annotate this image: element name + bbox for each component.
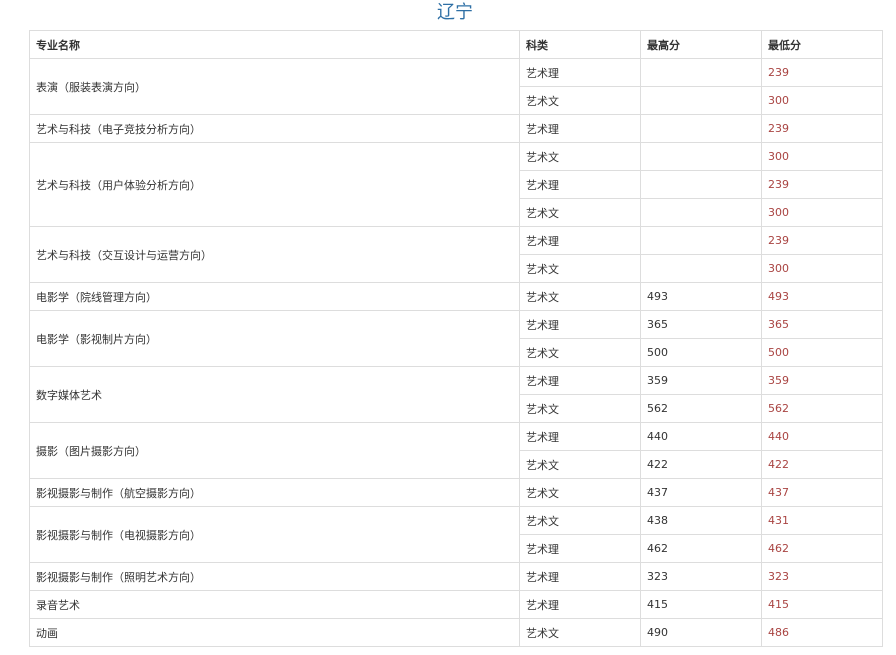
category-cell: 艺术文 (519, 394, 641, 423)
table-row: 摄影（图片摄影方向） 艺术理 440 440 (29, 422, 883, 479)
major-name-cell: 影视摄影与制作（电视摄影方向） (29, 506, 520, 563)
max-score-cell: 437 (640, 478, 762, 507)
min-score-cell: 500 (761, 338, 883, 367)
header-major-name: 专业名称 (29, 30, 520, 59)
table-row: 艺术与科技（用户体验分析方向） 艺术文 300 (29, 142, 883, 227)
major-name-cell: 录音艺术 (29, 590, 520, 619)
category-cell: 艺术理 (519, 366, 641, 395)
category-cell: 艺术理 (519, 114, 641, 143)
max-score-cell (640, 254, 762, 283)
category-cell: 艺术文 (519, 86, 641, 115)
category-cell: 艺术理 (519, 590, 641, 619)
min-score-cell: 431 (761, 506, 883, 535)
category-cell: 艺术文 (519, 478, 641, 507)
header-category: 科类 (519, 30, 641, 59)
max-score-cell (640, 58, 762, 87)
category-cell: 艺术文 (519, 338, 641, 367)
max-score-cell: 359 (640, 366, 762, 395)
max-score-cell (640, 114, 762, 143)
min-score-cell: 365 (761, 310, 883, 339)
min-score-cell: 486 (761, 618, 883, 647)
min-score-cell: 239 (761, 114, 883, 143)
max-score-cell: 500 (640, 338, 762, 367)
min-score-cell: 437 (761, 478, 883, 507)
score-table: 专业名称 科类 最高分 最低分 表演（服装表演方向） 艺术理 239 艺术文 300 艺术… (29, 30, 883, 647)
header-min-score: 最低分 (761, 30, 883, 59)
min-score-cell: 493 (761, 282, 883, 311)
major-name-cell: 影视摄影与制作（航空摄影方向） (29, 478, 520, 507)
max-score-cell (640, 226, 762, 255)
category-cell: 艺术理 (519, 170, 641, 199)
min-score-cell: 300 (761, 198, 883, 227)
table-row: 影视摄影与制作（航空摄影方向） 艺术文 437 437 (29, 478, 883, 507)
table-row: 数字媒体艺术 艺术理 359 359 (29, 366, 883, 423)
score-table-body: 表演（服装表演方向） 艺术理 239 艺术文 300 艺术与科技（电子竞技分析方向） 艺术理… (29, 58, 883, 647)
table-row: 电影学（院线管理方向） 艺术文 493 493 (29, 282, 883, 311)
table-row: 动画 艺术文 490 486 (29, 618, 883, 647)
page-title: 辽宁 (437, 2, 473, 23)
category-cell: 艺术文 (519, 198, 641, 227)
max-score-cell: 440 (640, 422, 762, 451)
major-name-cell: 艺术与科技（交互设计与运营方向） (29, 226, 520, 283)
category-cell: 艺术理 (519, 422, 641, 451)
max-score-cell (640, 142, 762, 171)
category-cell: 艺术理 (519, 310, 641, 339)
table-row: 影视摄影与制作（电视摄影方向） 艺术文 438 431 (29, 506, 883, 563)
table-row: 表演（服装表演方向） 艺术理 239 (29, 58, 883, 115)
major-name-cell: 电影学（影视制片方向） (29, 310, 520, 367)
max-score-cell: 415 (640, 590, 762, 619)
category-cell: 艺术文 (519, 506, 641, 535)
table-row: 影视摄影与制作（照明艺术方向） 艺术理 323 323 (29, 562, 883, 591)
major-name-cell: 表演（服装表演方向） (29, 58, 520, 115)
max-score-cell: 490 (640, 618, 762, 647)
max-score-cell: 462 (640, 534, 762, 563)
max-score-cell (640, 86, 762, 115)
min-score-cell: 359 (761, 366, 883, 395)
category-cell: 艺术文 (519, 618, 641, 647)
max-score-cell (640, 170, 762, 199)
max-score-cell: 438 (640, 506, 762, 535)
min-score-cell: 300 (761, 142, 883, 171)
header-max-score: 最高分 (640, 30, 762, 59)
category-cell: 艺术理 (519, 58, 641, 87)
max-score-cell: 422 (640, 450, 762, 479)
major-name-cell: 艺术与科技（用户体验分析方向） (29, 142, 520, 227)
table-row: 电影学（影视制片方向） 艺术理 365 365 (29, 310, 883, 367)
category-cell: 艺术理 (519, 534, 641, 563)
category-cell: 艺术文 (519, 142, 641, 171)
major-name-cell: 动画 (29, 618, 520, 647)
major-name-cell: 影视摄影与制作（照明艺术方向） (29, 562, 520, 591)
major-name-cell: 数字媒体艺术 (29, 366, 520, 423)
category-cell: 艺术理 (519, 562, 641, 591)
min-score-cell: 440 (761, 422, 883, 451)
table-row: 艺术与科技（交互设计与运营方向） 艺术理 239 (29, 226, 883, 283)
major-name-cell: 电影学（院线管理方向） (29, 282, 520, 311)
min-score-cell: 422 (761, 450, 883, 479)
major-name-cell: 艺术与科技（电子竞技分析方向） (29, 114, 520, 143)
max-score-cell: 562 (640, 394, 762, 423)
category-cell: 艺术文 (519, 254, 641, 283)
min-score-cell: 239 (761, 58, 883, 87)
min-score-cell: 323 (761, 562, 883, 591)
category-cell: 艺术文 (519, 282, 641, 311)
max-score-cell: 323 (640, 562, 762, 591)
major-name-cell: 摄影（图片摄影方向） (29, 422, 520, 479)
table-header-row: 专业名称 科类 最高分 最低分 (29, 30, 883, 59)
min-score-cell: 562 (761, 394, 883, 423)
max-score-cell: 365 (640, 310, 762, 339)
min-score-cell: 239 (761, 170, 883, 199)
min-score-cell: 462 (761, 534, 883, 563)
max-score-cell: 493 (640, 282, 762, 311)
category-cell: 艺术文 (519, 450, 641, 479)
category-cell: 艺术理 (519, 226, 641, 255)
min-score-cell: 239 (761, 226, 883, 255)
min-score-cell: 415 (761, 590, 883, 619)
table-row: 艺术与科技（电子竞技分析方向） 艺术理 239 (29, 114, 883, 143)
max-score-cell (640, 198, 762, 227)
min-score-cell: 300 (761, 254, 883, 283)
min-score-cell: 300 (761, 86, 883, 115)
table-row: 录音艺术 艺术理 415 415 (29, 590, 883, 619)
